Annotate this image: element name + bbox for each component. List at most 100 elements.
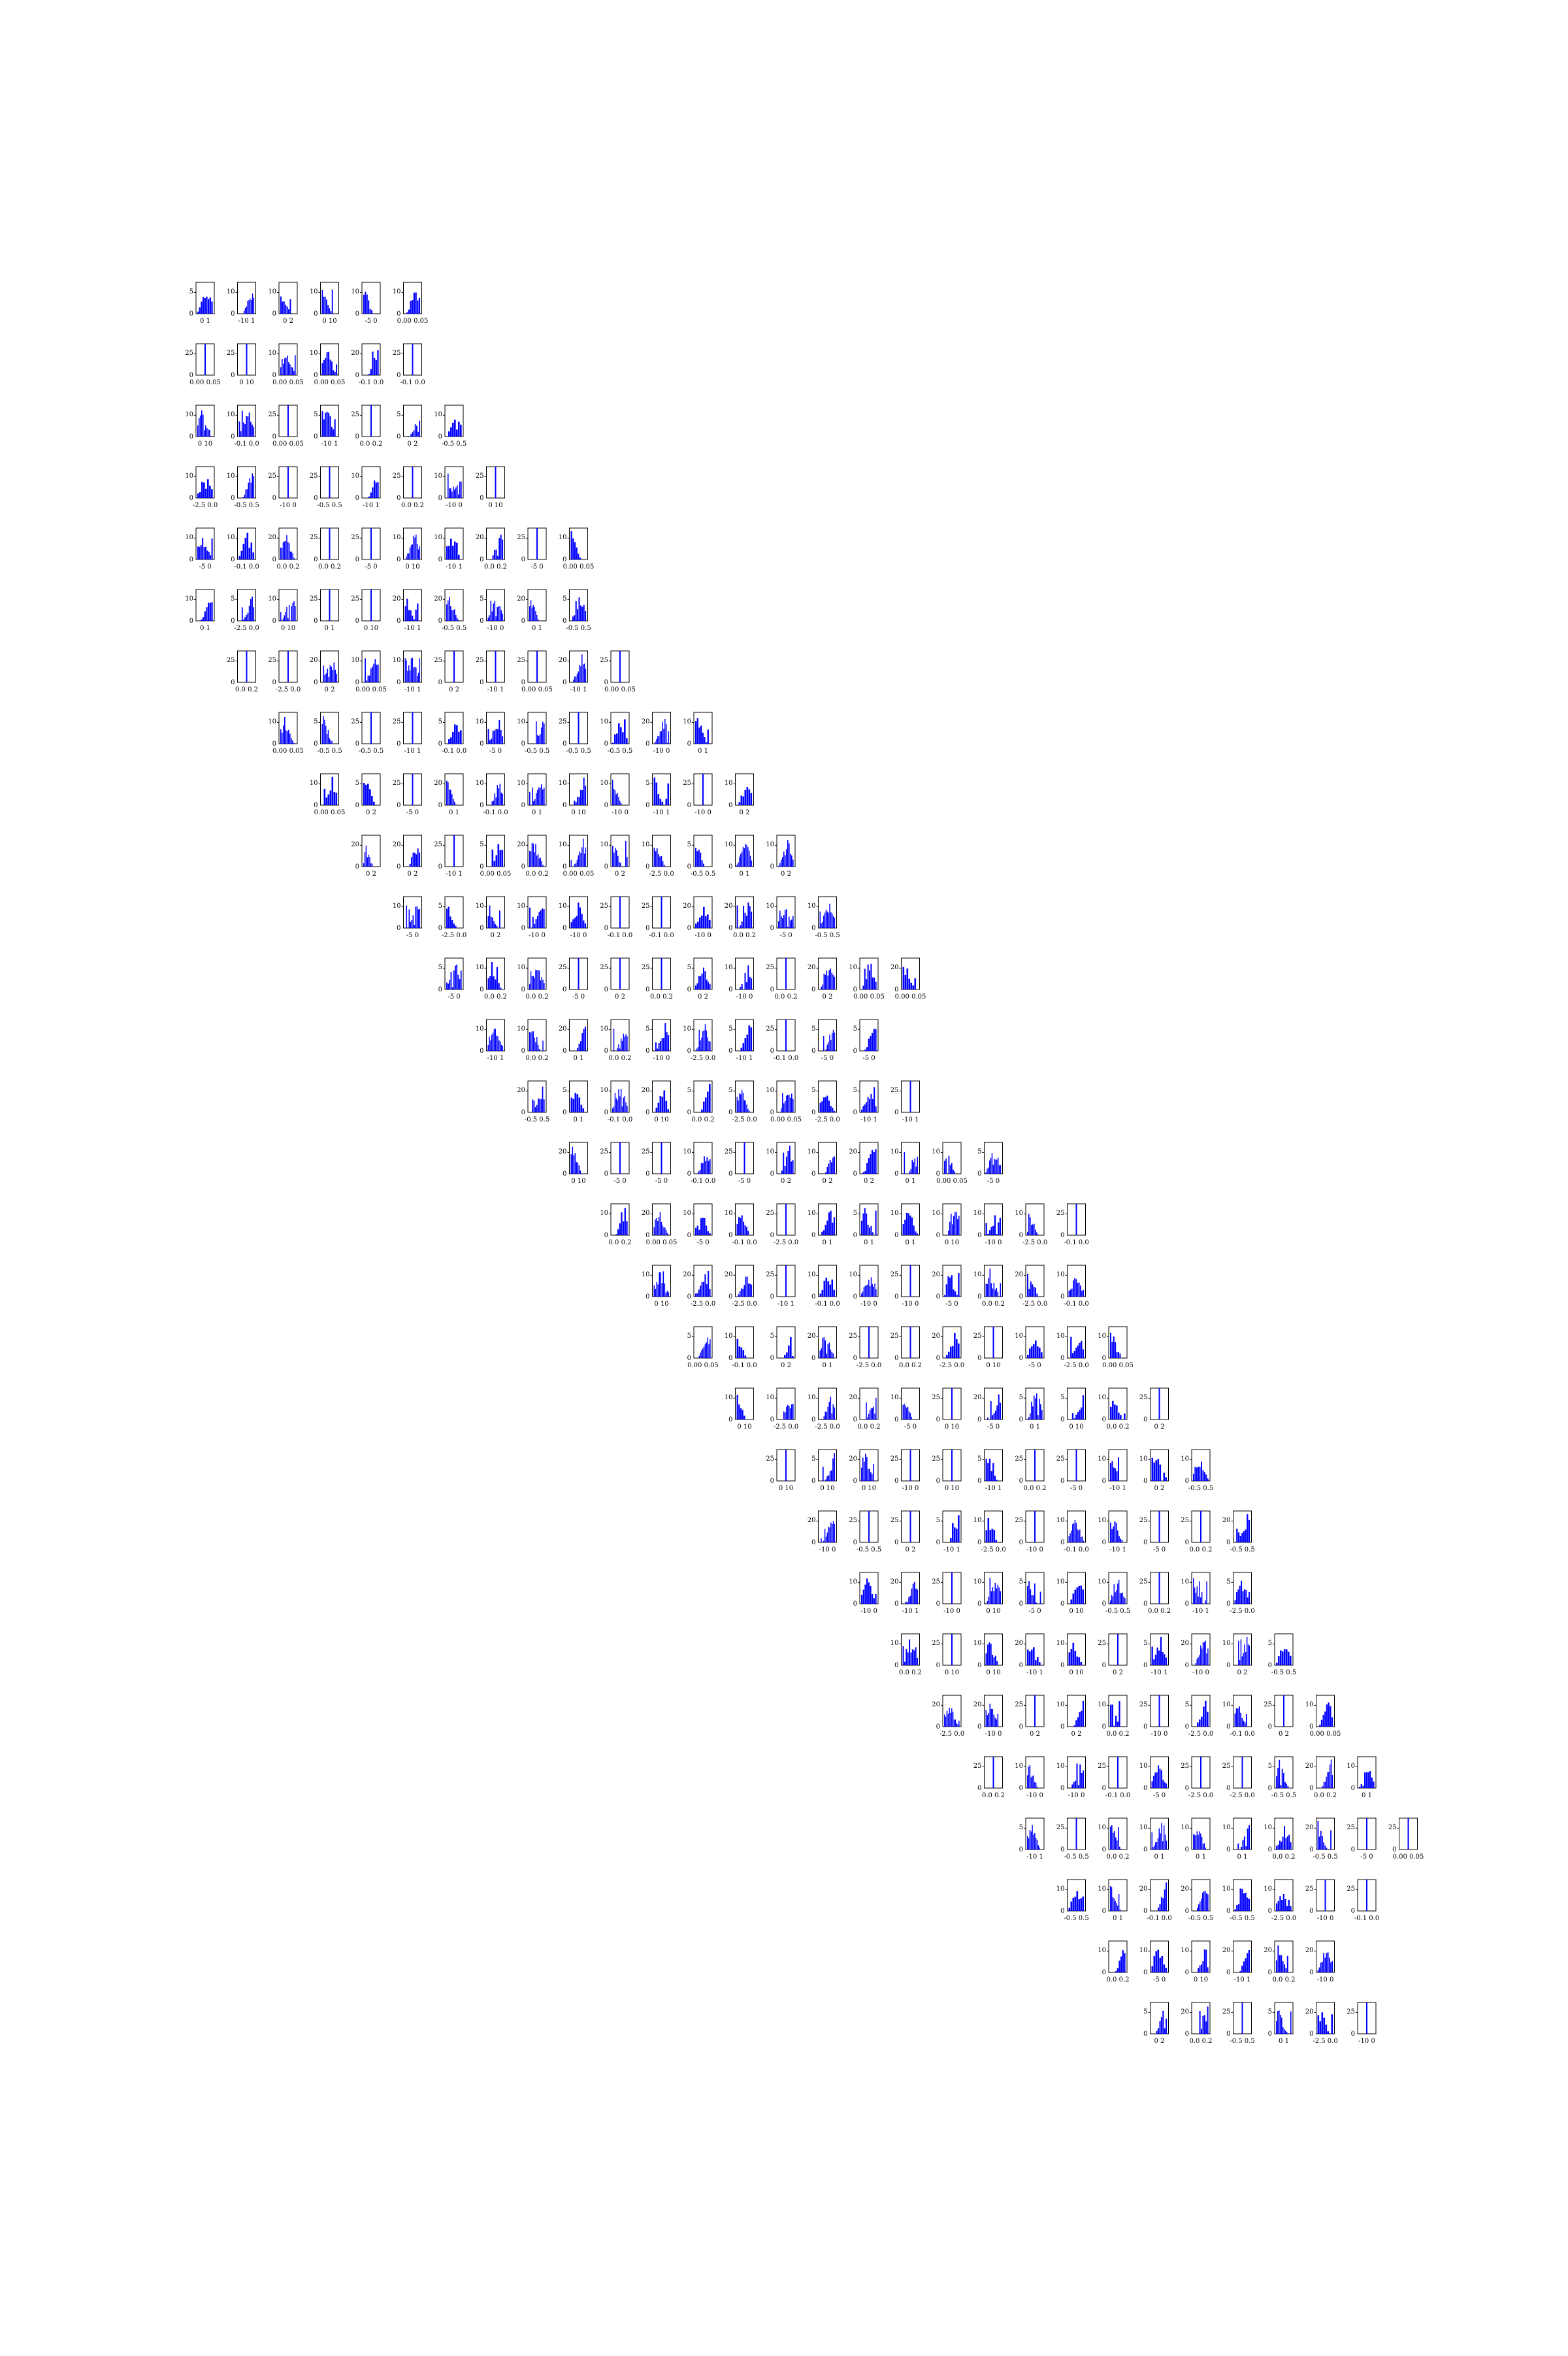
histogram-bar [209, 603, 211, 621]
histogram-bar [583, 854, 585, 867]
histogram-bar [1282, 1893, 1284, 1911]
histogram-bar [834, 918, 836, 928]
x-tick-label: -0.1 0.0 [359, 379, 384, 386]
histogram-bar [998, 1587, 1000, 1604]
histogram-bar [832, 1458, 834, 1481]
histogram-bar [210, 555, 212, 559]
y-tick-label: 0 [355, 740, 359, 748]
histogram-bar [875, 1210, 877, 1235]
histogram-bar [783, 914, 785, 928]
y-tick-label: 10 [434, 411, 442, 418]
x-tick-label: -5 0 [821, 1055, 834, 1062]
y-tick-label: 0 [397, 433, 400, 440]
histogram-bar [789, 1095, 790, 1112]
histogram-bar [285, 305, 287, 314]
x-tick-label: 0.00 0.05 [314, 809, 346, 816]
x-tick-label: -2.5 0.0 [1313, 2038, 1337, 2045]
histogram-bar [747, 847, 749, 867]
histogram-panel: 50-10 1 [645, 773, 671, 816]
y-tick-label: 5 [563, 595, 566, 603]
y-tick-label: 0 [687, 1232, 691, 1239]
histogram-bar [1032, 1224, 1034, 1235]
histogram-bar [458, 554, 460, 559]
histogram-panel: 100-0.1 0.0 [683, 1142, 715, 1185]
histogram-bar [529, 907, 531, 928]
histogram-bar [612, 780, 613, 805]
y-tick-label: 0 [1019, 1355, 1023, 1362]
y-tick-label: 0 [1226, 2031, 1230, 2038]
histogram-bar [253, 607, 255, 621]
histogram-bar [458, 494, 459, 498]
histogram-bar [783, 1152, 785, 1174]
histogram-panel: 1000 1 [1098, 1879, 1128, 1922]
histogram-bar [1119, 1701, 1120, 1727]
histogram-panel: 2500 10 [351, 589, 381, 632]
x-tick-label: -10 1 [446, 563, 463, 571]
y-tick-label: 25 [1015, 1517, 1023, 1524]
histogram-bar [749, 1284, 751, 1297]
histogram-bar [658, 854, 659, 867]
histogram-bar [866, 979, 868, 989]
histogram-bar [244, 617, 246, 621]
histogram-bar [657, 1284, 659, 1297]
histogram-bar [742, 1043, 745, 1051]
histogram-bar [455, 925, 457, 928]
histogram-bar [833, 1110, 836, 1112]
histogram-bar [653, 1227, 655, 1235]
histogram-panel: 200-0.1 0.0 [351, 343, 384, 386]
histogram-bar [1040, 1404, 1041, 1419]
histogram-bar [494, 550, 496, 559]
histogram-bar [406, 905, 408, 928]
histogram-bar [450, 606, 451, 621]
histogram-bar [826, 1167, 828, 1174]
histogram-bar [1317, 2015, 1320, 2034]
histogram-bar [1039, 1662, 1041, 1665]
histogram-panel: 1000 10 [185, 405, 215, 448]
y-tick-label: 5 [770, 1333, 774, 1340]
x-tick-label: -2.5 0.0 [1022, 1301, 1047, 1308]
histogram-bar [1247, 1897, 1249, 1911]
y-tick-label: 0 [563, 618, 566, 625]
histogram-bar [452, 545, 454, 559]
histogram-bar [655, 1042, 657, 1051]
histogram-bar [448, 906, 449, 928]
histogram-bar [574, 918, 576, 928]
histogram-bar [742, 1410, 743, 1419]
y-tick-label: 0 [894, 1355, 898, 1362]
y-tick-label: 0 [770, 1170, 774, 1178]
histogram-panel: 1000.0 0.2 [1098, 1695, 1130, 1738]
histogram-panel: 250-0.1 0.0 [1098, 1756, 1130, 1799]
y-tick-label: 0 [977, 1478, 981, 1485]
y-tick-label: 10 [351, 288, 359, 295]
histogram-bar [1328, 1702, 1330, 1727]
y-tick-label: 0 [894, 1416, 898, 1423]
y-tick-label: 0 [604, 1048, 608, 1055]
histogram-bar [1277, 1844, 1279, 1850]
y-tick-label: 10 [973, 1210, 982, 1217]
histogram-bar [323, 788, 326, 805]
histogram-bar [572, 919, 574, 928]
histogram-bar [831, 1413, 833, 1419]
histogram-bar [1075, 1279, 1077, 1297]
histogram-bar [323, 359, 325, 375]
histogram-bar [1247, 1644, 1249, 1665]
histogram-bar [742, 796, 745, 805]
histogram-bar [873, 1152, 875, 1174]
histogram-bar [211, 489, 213, 498]
histogram-bar [543, 1099, 545, 1112]
y-tick-label: 0 [645, 740, 649, 748]
x-tick-label: -0.5 0.5 [608, 748, 632, 755]
histogram-bar [208, 603, 210, 621]
y-tick-label: 25 [890, 1455, 899, 1463]
y-tick-label: 0 [811, 1048, 815, 1055]
histogram-panel: 200-2.5 0.0 [725, 1265, 757, 1308]
histogram-bar [329, 416, 331, 437]
y-tick-label: 0 [894, 1232, 898, 1239]
histogram-panel: 2500 2 [1015, 1695, 1045, 1738]
y-tick-label: 25 [766, 1025, 774, 1033]
y-tick-label: 0 [1060, 1662, 1064, 1669]
histogram-bar [211, 538, 213, 559]
y-tick-label: 10 [476, 903, 484, 910]
x-tick-label: 0 10 [571, 809, 585, 816]
histogram-bar [574, 542, 576, 559]
